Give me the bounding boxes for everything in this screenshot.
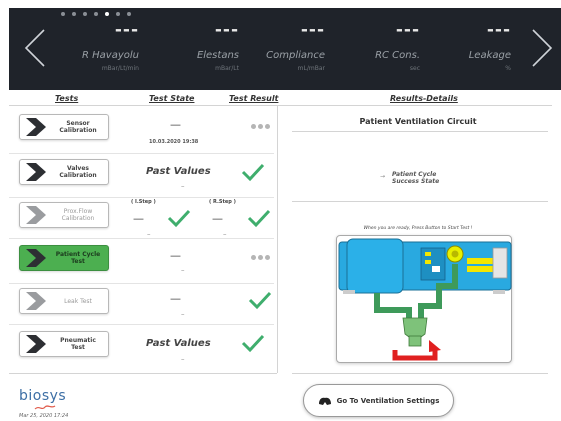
header-test-result: Test Result [229, 94, 279, 103]
param-name: R Havayolu [82, 50, 139, 61]
test-state-value: Past Values [146, 166, 211, 177]
param-name: RC Cons. [375, 50, 420, 61]
arrow-right-icon: → [380, 173, 386, 180]
list-bottom-divider [9, 373, 277, 374]
test-state-value: — [170, 118, 181, 131]
test-row-valves-calibration: Valves Calibration Past Values – [9, 154, 274, 201]
ready-instruction: When you are ready, Press Button to Star… [363, 226, 473, 231]
chevron-right-icon [26, 206, 46, 224]
test-label: Pneumatic Test [60, 337, 96, 351]
test-label: Prox.Flow Calibration [61, 208, 95, 222]
param-value: --- [214, 20, 239, 40]
chevron-right-icon [26, 292, 46, 310]
param-compliance: --- Compliance mL/mBar [225, 20, 325, 73]
param-name: Compliance [266, 50, 325, 61]
panel-msg-divider [292, 201, 548, 202]
check-icon [241, 163, 265, 182]
ventilator-circuit-illustration [338, 238, 512, 361]
biosys-logo: biosys [19, 388, 67, 404]
page-dot[interactable] [127, 12, 131, 16]
panel-title-divider [292, 131, 548, 132]
datetime: Mar 25, 2020 17:24 [19, 413, 69, 419]
param-unit: mBar/Lt/min [101, 65, 139, 72]
chevron-right-icon [26, 249, 46, 267]
test-date: 10.03.2020 19:38 [149, 139, 199, 145]
test-state-sub: – [181, 266, 185, 274]
heartbeat-icon [34, 405, 56, 410]
patient-cycle-test-button[interactable]: Patient Cycle Test [19, 245, 109, 271]
ventilation-settings-button[interactable]: Go To Ventilation Settings [303, 384, 454, 417]
page-indicator [61, 12, 131, 16]
page-dot[interactable] [116, 12, 120, 16]
test-label: Valves Calibration [59, 165, 97, 179]
leak-test-button[interactable]: Leak Test [19, 288, 109, 314]
test-state-value: Past Values [146, 338, 211, 349]
param-elastance: --- Elestans mBar/Lt [139, 20, 239, 73]
check-icon [247, 209, 271, 228]
param-value: --- [486, 20, 511, 40]
step-state-right: — [212, 212, 223, 225]
ventilation-settings-label: Go To Ventilation Settings [336, 396, 440, 405]
circuit-diagram [336, 235, 512, 363]
panel-bottom-divider [292, 373, 548, 374]
cycle-status-line: Patient Cycle [392, 171, 437, 178]
page-dot[interactable] [61, 12, 65, 16]
param-unit: % [505, 65, 511, 72]
header-test-state: Test State [149, 94, 195, 103]
param-value: --- [300, 20, 325, 40]
check-icon [248, 291, 272, 310]
test-state-sub: – [181, 355, 185, 363]
test-label: Sensor Calibration [59, 120, 97, 134]
test-row-pneumatic-test: Pneumatic Test Past Values – [9, 325, 274, 372]
step-sub-left: – [147, 230, 151, 238]
cycle-status-line: Success State [392, 178, 440, 185]
param-rc-constant: --- RC Cons. sec [320, 20, 420, 73]
page-dot-active[interactable] [105, 12, 109, 16]
test-label: Leak Test [64, 297, 92, 305]
panel-divider [277, 105, 278, 373]
test-label: Patient Cycle Test [55, 251, 101, 265]
chevron-right-icon [26, 335, 46, 353]
lungs-icon [318, 397, 331, 405]
page-dot[interactable] [83, 12, 87, 16]
valves-calibration-button[interactable]: Valves Calibration [19, 159, 109, 185]
param-unit: sec [409, 65, 420, 72]
header-tests: Tests [55, 94, 79, 103]
header-results-details: Results-Details [390, 94, 458, 103]
test-state-sub: – [181, 182, 185, 190]
pneumatic-test-button[interactable]: Pneumatic Test [19, 331, 109, 357]
page-dot[interactable] [94, 12, 98, 16]
test-state-sub: – [181, 310, 185, 318]
page-dot[interactable] [72, 12, 76, 16]
param-unit: mL/mBar [297, 65, 325, 72]
check-icon [241, 334, 265, 353]
check-icon [167, 209, 191, 228]
test-state-value: — [170, 292, 181, 305]
param-value: --- [114, 20, 139, 40]
param-leakage: --- Leakage % [411, 20, 511, 73]
chevron-right-icon [26, 163, 46, 181]
param-name: Leakage [468, 50, 511, 61]
test-state-value: — [170, 249, 181, 262]
prox-flow-calibration-button[interactable]: Prox.Flow Calibration [19, 202, 109, 228]
param-value: --- [395, 20, 420, 40]
test-row-sensor-calibration: Sensor Calibration — 10.03.2020 19:38 [9, 106, 274, 153]
chevron-right-icon[interactable] [529, 28, 555, 68]
loading-icon [251, 124, 270, 129]
loading-icon [251, 255, 270, 260]
sensor-calibration-button[interactable]: Sensor Calibration [19, 114, 109, 140]
cycle-status-message: Patient Cycle Success State [392, 171, 439, 185]
status-bar: --- R Havayolu mBar/Lt/min --- Elestans … [9, 8, 561, 90]
step-state-left: — [133, 212, 144, 225]
param-name: Elestans [196, 50, 239, 61]
chevron-right-icon [26, 118, 46, 136]
param-airway-resistance: --- R Havayolu mBar/Lt/min [39, 20, 139, 73]
test-row-patient-cycle: Patient Cycle Test — – [9, 239, 274, 286]
panel-title: Patient Ventilation Circuit [359, 117, 477, 126]
param-unit: mBar/Lt [215, 65, 239, 72]
step-label-left: ( I.Step ) [131, 199, 156, 205]
step-label-right: ( R.Step ) [209, 199, 236, 205]
step-sub-right: – [223, 230, 227, 238]
